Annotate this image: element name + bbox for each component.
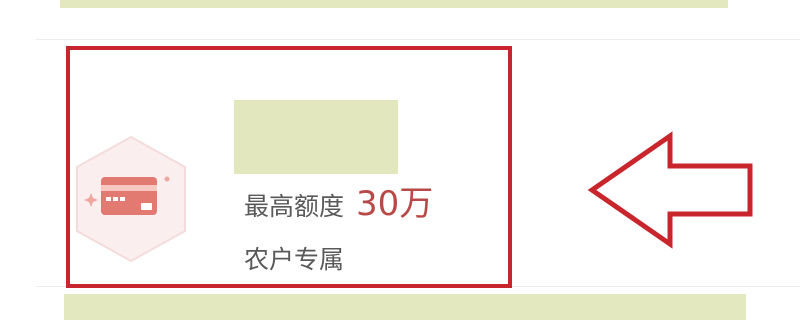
highlight-annotation-box — [66, 46, 512, 288]
left-arrow-icon — [587, 131, 753, 249]
masked-previous-card — [60, 0, 728, 8]
masked-next-card — [64, 294, 746, 320]
